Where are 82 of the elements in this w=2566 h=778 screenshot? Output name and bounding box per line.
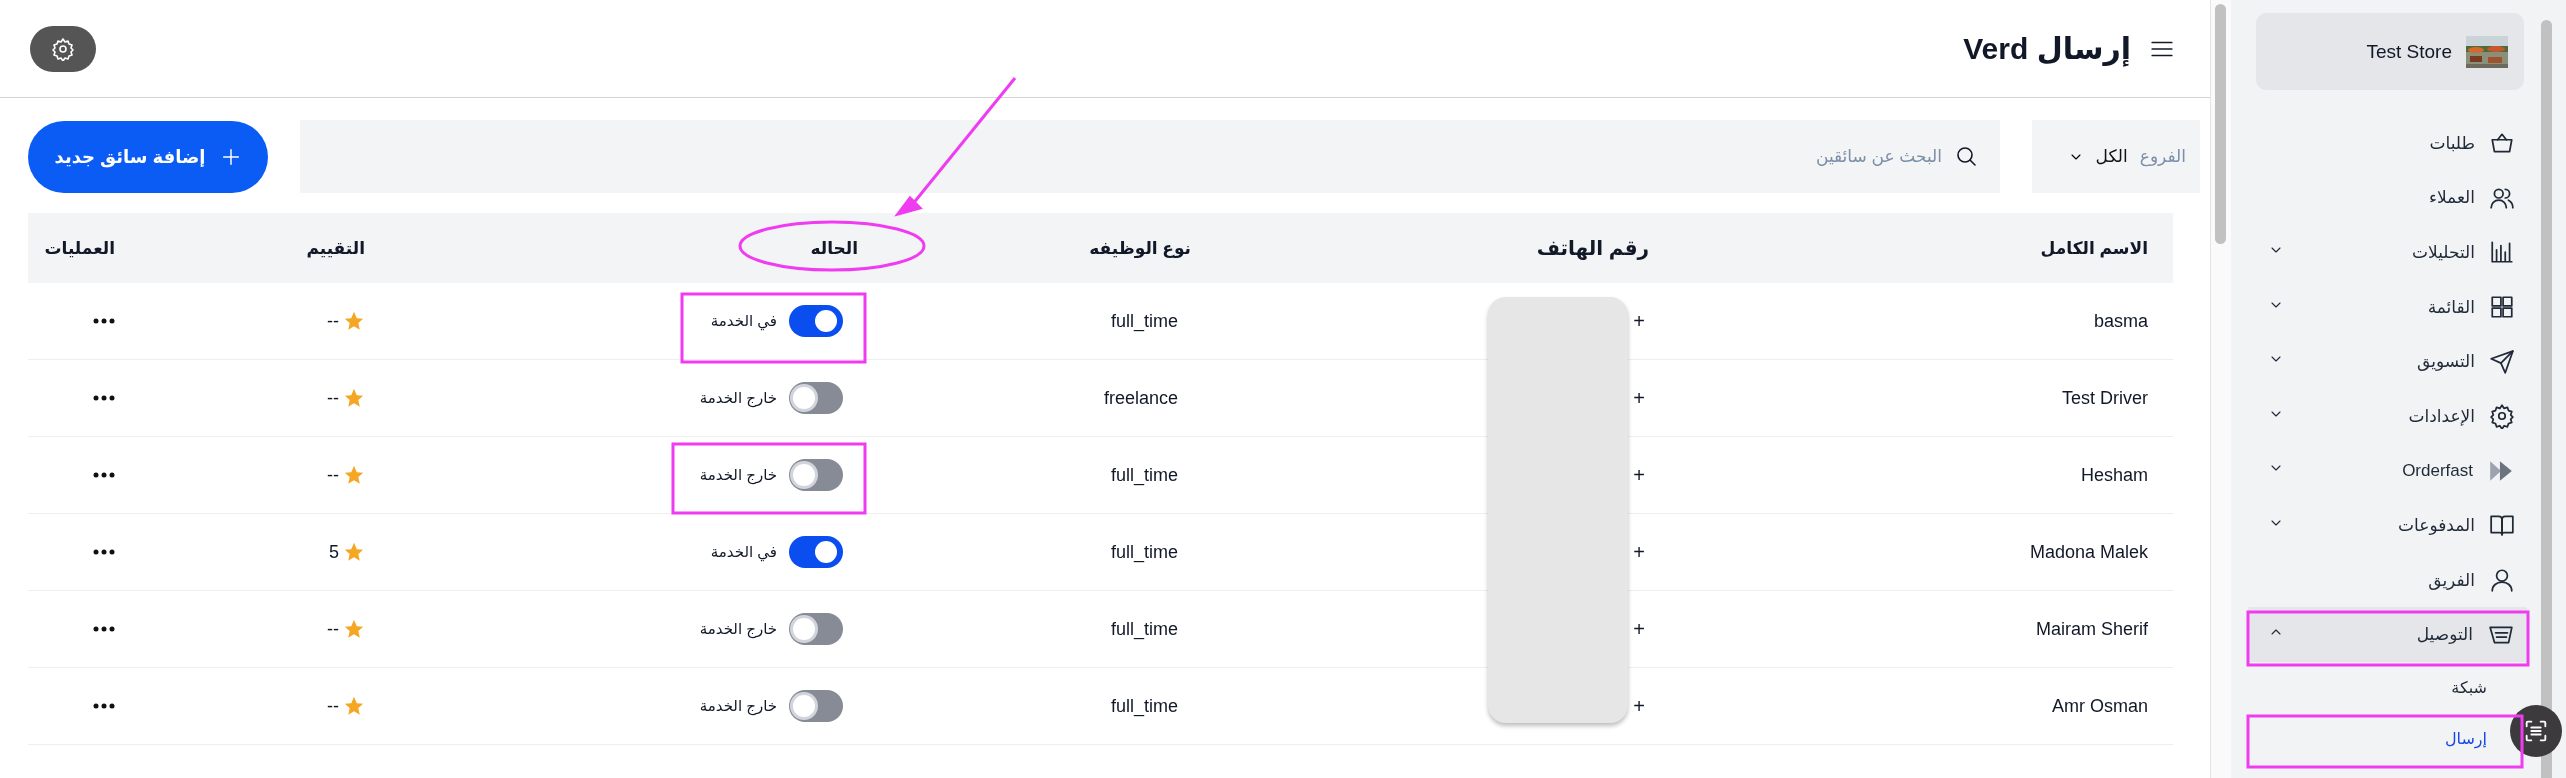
column-header: التقييم bbox=[305, 237, 366, 259]
more-button[interactable] bbox=[93, 318, 115, 324]
table-cell-text: Amr Osman bbox=[2051, 695, 2149, 717]
status-label: في الخدمة bbox=[710, 312, 777, 330]
table-cell-text: full_time bbox=[1109, 310, 1179, 332]
settings-button[interactable] bbox=[30, 25, 96, 72]
table-cell-text: basma bbox=[2092, 310, 2149, 332]
nav-item[interactable]: الفريق bbox=[2247, 552, 2527, 608]
column-header: الحاله bbox=[809, 237, 859, 259]
settings-icon bbox=[51, 36, 75, 61]
nav-item[interactable]: القائمة bbox=[2247, 279, 2527, 335]
column-header: نوع الوظيفه bbox=[1088, 237, 1192, 259]
status-toggle[interactable] bbox=[789, 459, 843, 491]
rating-value: -- bbox=[327, 464, 339, 486]
table-cell-text: Test Driver bbox=[2061, 387, 2149, 409]
column-header: رقم الهاتف bbox=[1535, 236, 1650, 260]
nav-subitem[interactable]: شبكة bbox=[2451, 661, 2487, 713]
nav-item[interactable]: العملاء bbox=[2247, 170, 2527, 226]
table-cell-text: Mairam Sherif bbox=[2034, 618, 2149, 640]
table-cell-text: freelance bbox=[1102, 387, 1179, 409]
star-icon bbox=[343, 387, 365, 409]
add-driver-button[interactable]: إضافة سائق جديد bbox=[28, 120, 268, 193]
status-label: خارج الخدمة bbox=[699, 466, 777, 484]
status-toggle[interactable] bbox=[789, 613, 843, 645]
table-cell-text: full_time bbox=[1109, 464, 1179, 486]
more-button[interactable] bbox=[93, 472, 115, 478]
table-cell-text: Hesham bbox=[2079, 464, 2149, 486]
table-cell-text: + bbox=[1632, 309, 1646, 333]
status-label: خارج الخدمة bbox=[699, 389, 777, 407]
table-cell-text: + bbox=[1632, 694, 1646, 718]
table-cell-text: + bbox=[1632, 540, 1646, 564]
grid-icon bbox=[2489, 294, 2515, 321]
star-icon bbox=[343, 541, 365, 563]
nav-item[interactable]: Orderfast bbox=[2247, 443, 2527, 499]
more-button[interactable] bbox=[93, 549, 115, 555]
search-field[interactable]: البحث عن سائقين bbox=[300, 120, 2000, 193]
table-cell-text: + bbox=[1632, 463, 1646, 487]
nav-item[interactable]: المدفوعات bbox=[2247, 498, 2527, 553]
status-toggle[interactable] bbox=[789, 690, 843, 722]
star-icon bbox=[343, 695, 365, 717]
nav-item[interactable]: طلبات bbox=[2247, 116, 2527, 171]
more-button[interactable] bbox=[93, 703, 115, 709]
table-cell-text: + bbox=[1632, 386, 1646, 410]
send-icon bbox=[2489, 348, 2515, 375]
status-toggle[interactable] bbox=[789, 536, 843, 568]
rating-value: -- bbox=[327, 695, 339, 717]
star-icon bbox=[343, 464, 365, 486]
store-name: Test Store bbox=[2366, 40, 2452, 63]
more-button[interactable] bbox=[93, 626, 115, 632]
rating-value: -- bbox=[327, 618, 339, 640]
rating-value: -- bbox=[327, 387, 339, 409]
nav-item[interactable]: التسويق bbox=[2247, 334, 2527, 389]
status-toggle[interactable] bbox=[789, 305, 843, 337]
status-label: في الخدمة bbox=[710, 543, 777, 561]
table-cell-text: Madona Malek bbox=[2028, 541, 2149, 563]
nav-item[interactable]: الإعدادات bbox=[2247, 388, 2527, 444]
table-cell-text: full_time bbox=[1109, 541, 1179, 563]
nav-subitem[interactable]: إرسال bbox=[2444, 712, 2487, 764]
status-label: خارج الخدمة bbox=[699, 620, 777, 638]
scrollbar-thumb[interactable] bbox=[2215, 4, 2226, 244]
column-header: الاسم الكامل bbox=[2039, 237, 2149, 259]
rating-value: 5 bbox=[329, 541, 339, 563]
nav-item[interactable]: التوصيل bbox=[2247, 607, 2527, 662]
bar-chart-icon bbox=[2489, 239, 2515, 266]
status-label: خارج الخدمة bbox=[699, 697, 777, 715]
more-button[interactable] bbox=[93, 395, 115, 401]
user-icon bbox=[2489, 567, 2515, 594]
nav-item[interactable]: التحليلات bbox=[2247, 225, 2527, 280]
page-title: إرسال Verd bbox=[1963, 31, 2131, 66]
scrollbar-thumb[interactable] bbox=[2541, 20, 2552, 778]
table-cell-text: full_time bbox=[1109, 618, 1179, 640]
store-card[interactable]: Test Store bbox=[2255, 13, 2524, 90]
search-icon bbox=[1954, 144, 1978, 168]
column-header: العمليات bbox=[43, 237, 116, 259]
star-icon bbox=[343, 310, 365, 332]
settings-icon bbox=[2489, 403, 2515, 430]
status-toggle[interactable] bbox=[789, 382, 843, 414]
star-icon bbox=[343, 618, 365, 640]
table-cell-text: full_time bbox=[1109, 695, 1179, 717]
table-cell-text: + bbox=[1632, 617, 1646, 641]
branch-select[interactable]: الفروع الكل bbox=[2032, 120, 2200, 193]
rating-value: -- bbox=[327, 310, 339, 332]
